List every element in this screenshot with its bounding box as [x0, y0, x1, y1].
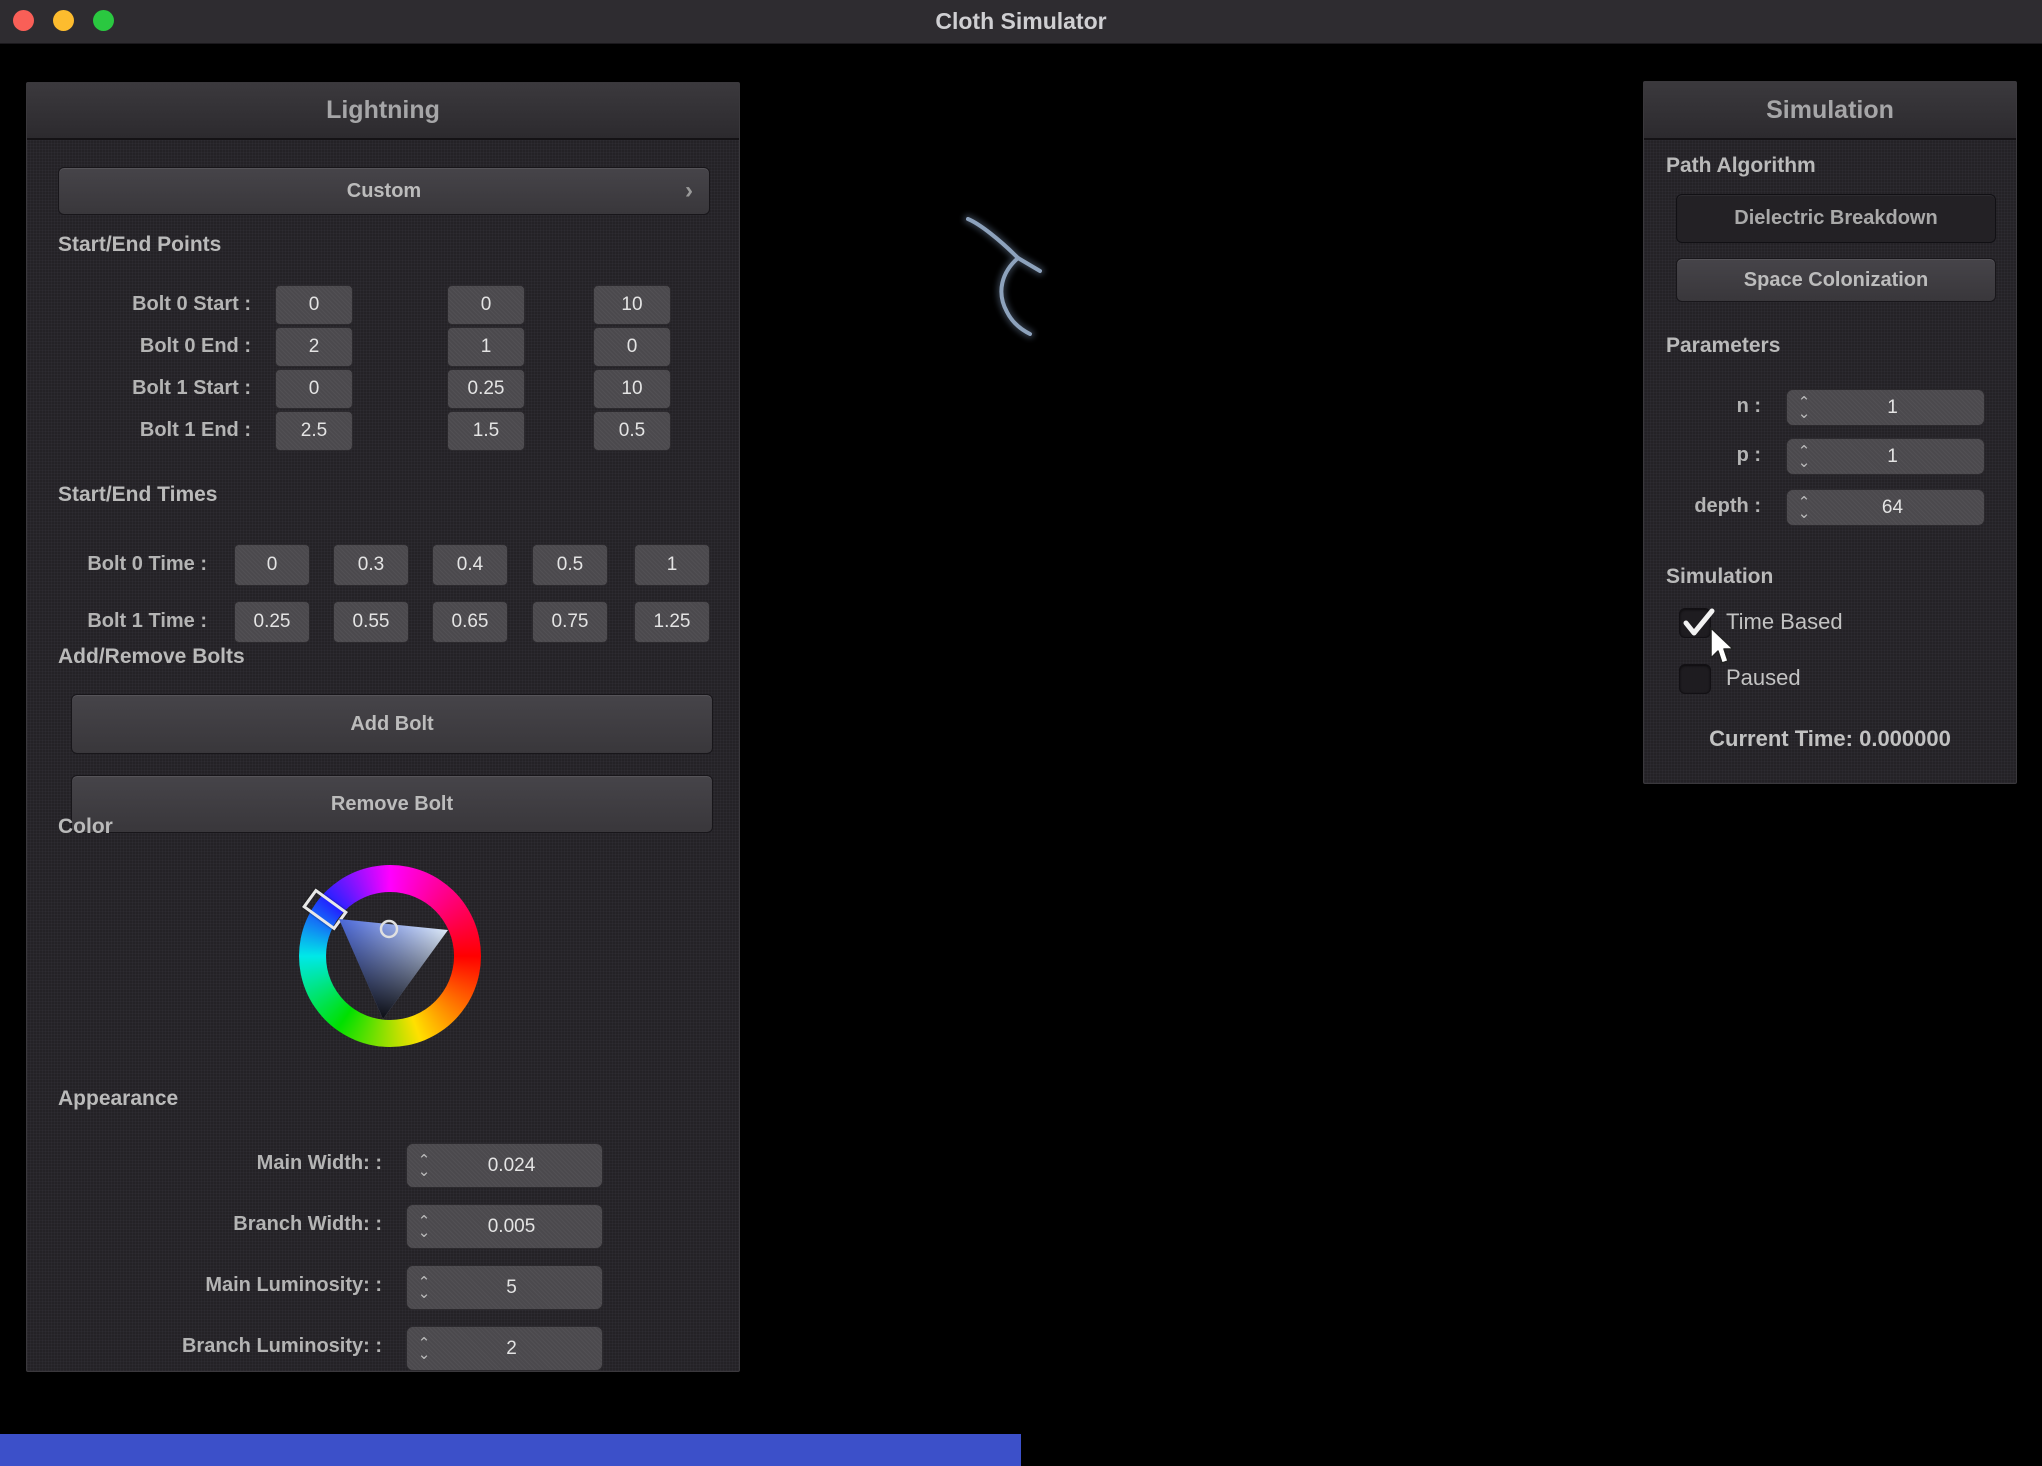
mouse-cursor: [1708, 627, 1738, 669]
point-value-field[interactable]: 10: [593, 285, 671, 325]
title-bar: Cloth Simulator: [0, 0, 2042, 44]
branch-width-stepper[interactable]: ⌃⌄ 0.005: [406, 1204, 603, 1249]
time-value-field[interactable]: 0.25: [234, 601, 310, 643]
row-label: depth :: [1644, 495, 1761, 518]
dielectric-breakdown-button[interactable]: Dielectric Breakdown: [1676, 194, 1996, 243]
bottom-blue-bar: [0, 1434, 1021, 1466]
point-value-field[interactable]: 0.25: [447, 369, 525, 409]
color-section-heading: Color: [58, 815, 113, 839]
row-label: Bolt 0 Start :: [58, 293, 251, 316]
time-based-label[interactable]: Time Based: [1726, 608, 1843, 636]
preset-dropdown[interactable]: Custom ›: [58, 167, 710, 215]
point-value-field[interactable]: 0: [447, 285, 525, 325]
point-value-field[interactable]: 1: [447, 327, 525, 367]
time-value-field[interactable]: 1: [634, 544, 710, 586]
appearance-section-heading: Appearance: [58, 1087, 178, 1111]
row-label: Branch Luminosity: :: [58, 1335, 382, 1358]
stepper-value[interactable]: 0.024: [431, 1144, 592, 1187]
point-value-field[interactable]: 0.5: [593, 411, 671, 451]
main-luminosity-stepper[interactable]: ⌃⌄ 5: [406, 1265, 603, 1310]
times-section-heading: Start/End Times: [58, 483, 218, 507]
stepper-value[interactable]: 2: [431, 1327, 592, 1370]
parameters-heading: Parameters: [1666, 334, 1780, 358]
window-title: Cloth Simulator: [0, 0, 2042, 43]
time-value-field[interactable]: 0: [234, 544, 310, 586]
stepper-up-down-icons[interactable]: ⌃⌄: [416, 1266, 432, 1309]
row-label: Branch Width: :: [58, 1213, 382, 1236]
point-value-field[interactable]: 0: [275, 369, 353, 409]
simulation-panel-header[interactable]: Simulation: [1644, 82, 2016, 140]
time-based-checkbox[interactable]: [1679, 608, 1711, 638]
time-value-field[interactable]: 0.65: [432, 601, 508, 643]
saturation-triangle[interactable]: [299, 865, 481, 1047]
app-window: Cloth Simulator Lightning Custom › Start…: [0, 0, 2042, 1466]
chevron-right-icon: ›: [685, 168, 693, 214]
time-value-field[interactable]: 0.55: [333, 601, 409, 643]
point-value-field[interactable]: 10: [593, 369, 671, 409]
current-time-text: Current Time: 0.000000: [1644, 726, 2016, 752]
stepper-up-down-icons[interactable]: ⌃⌄: [1796, 439, 1812, 474]
row-label: n :: [1644, 395, 1761, 418]
main-width-stepper[interactable]: ⌃⌄ 0.024: [406, 1143, 603, 1188]
stepper-value[interactable]: 1: [1811, 390, 1974, 425]
points-section-heading: Start/End Points: [58, 233, 221, 257]
row-label: Main Width: :: [58, 1152, 382, 1175]
row-label: Bolt 1 End :: [58, 419, 251, 442]
stepper-up-down-icons[interactable]: ⌃⌄: [1796, 390, 1812, 425]
lightning-panel-header[interactable]: Lightning: [27, 83, 739, 140]
simulation-section-heading: Simulation: [1666, 565, 1773, 589]
color-wheel[interactable]: [299, 865, 481, 1047]
point-value-field[interactable]: 0: [593, 327, 671, 367]
time-value-field[interactable]: 0.5: [532, 544, 608, 586]
n-stepper[interactable]: ⌃⌄ 1: [1786, 389, 1985, 426]
path-algorithm-heading: Path Algorithm: [1666, 154, 1816, 178]
stepper-up-down-icons[interactable]: ⌃⌄: [416, 1205, 432, 1248]
simulation-panel: Simulation Path Algorithm Dielectric Bre…: [1643, 81, 2017, 784]
simulation-panel-title: Simulation: [1644, 82, 2016, 138]
time-value-field[interactable]: 0.3: [333, 544, 409, 586]
depth-stepper[interactable]: ⌃⌄ 64: [1786, 489, 1985, 526]
point-value-field[interactable]: 2: [275, 327, 353, 367]
branch-luminosity-stepper[interactable]: ⌃⌄ 2: [406, 1326, 603, 1371]
point-value-field[interactable]: 2.5: [275, 411, 353, 451]
stepper-value[interactable]: 64: [1811, 490, 1974, 525]
row-label: Bolt 1 Time :: [37, 610, 207, 633]
lightning-panel: Lightning Custom › Start/End Points Bolt…: [26, 82, 740, 1372]
row-label: Bolt 0 Time :: [37, 553, 207, 576]
p-stepper[interactable]: ⌃⌄ 1: [1786, 438, 1985, 475]
time-value-field[interactable]: 1.25: [634, 601, 710, 643]
row-label: p :: [1644, 444, 1761, 467]
stepper-up-down-icons[interactable]: ⌃⌄: [416, 1144, 432, 1187]
time-value-field[interactable]: 0.4: [432, 544, 508, 586]
lightning-panel-title: Lightning: [27, 83, 739, 138]
stepper-up-down-icons[interactable]: ⌃⌄: [416, 1327, 432, 1370]
paused-checkbox[interactable]: [1679, 664, 1711, 694]
row-label: Bolt 0 End :: [58, 335, 251, 358]
add-bolt-button[interactable]: Add Bolt: [71, 694, 713, 754]
stepper-value[interactable]: 1: [1811, 439, 1974, 474]
remove-bolt-button[interactable]: Remove Bolt: [71, 775, 713, 833]
row-label: Main Luminosity: :: [58, 1274, 382, 1297]
preset-dropdown-label: Custom: [347, 180, 421, 202]
space-colonization-button[interactable]: Space Colonization: [1676, 258, 1996, 302]
point-value-field[interactable]: 0: [275, 285, 353, 325]
point-value-field[interactable]: 1.5: [447, 411, 525, 451]
stepper-up-down-icons[interactable]: ⌃⌄: [1796, 490, 1812, 525]
stepper-value[interactable]: 5: [431, 1266, 592, 1309]
lightning-bolt-render: [950, 200, 1060, 350]
bolts-section-heading: Add/Remove Bolts: [58, 645, 245, 669]
time-value-field[interactable]: 0.75: [532, 601, 608, 643]
row-label: Bolt 1 Start :: [58, 377, 251, 400]
stepper-value[interactable]: 0.005: [431, 1205, 592, 1248]
